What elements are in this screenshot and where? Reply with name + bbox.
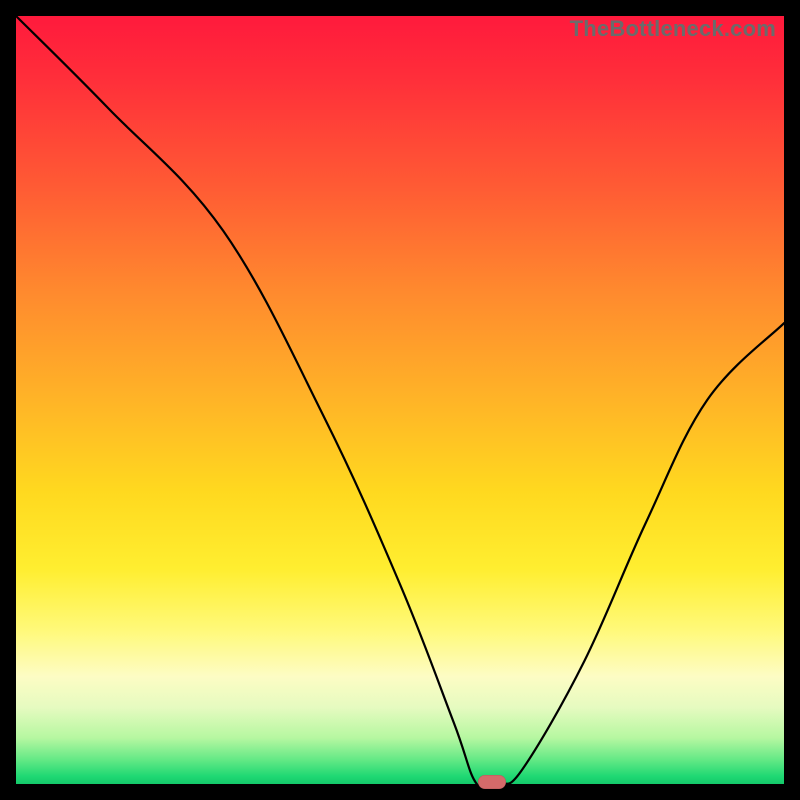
attribution-label: TheBottleneck.com bbox=[570, 16, 776, 42]
bottleneck-curve bbox=[16, 16, 784, 784]
bottleneck-gradient-plot: TheBottleneck.com bbox=[16, 16, 784, 784]
optimal-marker bbox=[478, 775, 506, 789]
